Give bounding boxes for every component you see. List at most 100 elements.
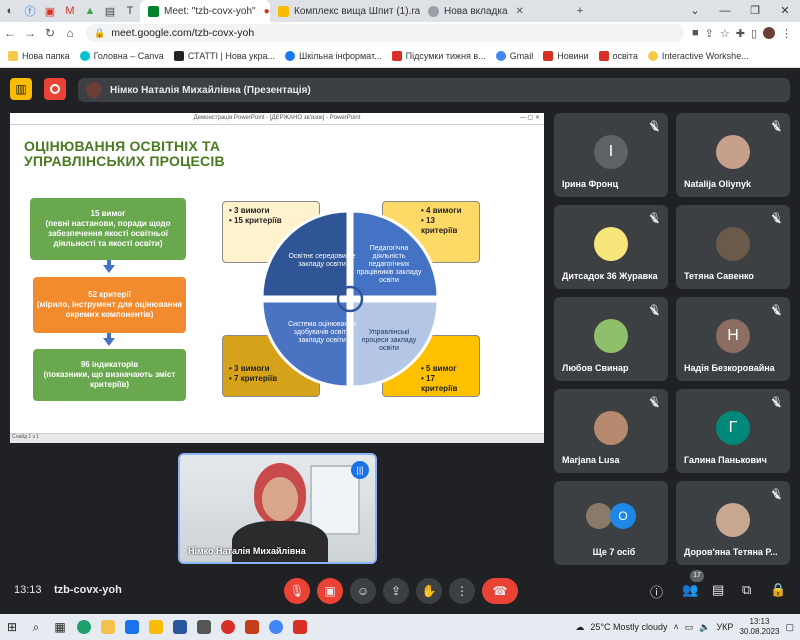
bookmark-label: Interactive Workshe... bbox=[661, 50, 749, 61]
tab-drive[interactable]: Комплекс вища Шпит (1).rar - G ✕ bbox=[270, 0, 420, 22]
bookmark-item[interactable]: Головна – Canva bbox=[79, 50, 164, 61]
profile-avatar[interactable] bbox=[763, 27, 775, 39]
reload-icon[interactable]: ↻ bbox=[40, 26, 60, 40]
people-icon[interactable]: 👥 bbox=[682, 582, 698, 598]
recording-icon[interactable] bbox=[44, 78, 66, 100]
self-camera-tile[interactable]: ||| Німко Наталія Михайлівна bbox=[178, 453, 377, 564]
share-icon[interactable]: ⇪ bbox=[705, 27, 714, 40]
camera-body bbox=[232, 521, 328, 562]
mail-icon[interactable] bbox=[120, 614, 144, 640]
canva-icon bbox=[79, 50, 90, 61]
word-icon[interactable] bbox=[168, 614, 192, 640]
menu-icon[interactable]: ⋮ bbox=[781, 27, 792, 40]
drive-icon[interactable]: ▲ bbox=[80, 0, 100, 22]
chrome-menu-icon[interactable]: ◐ bbox=[0, 0, 20, 22]
star-icon[interactable]: ☆ bbox=[720, 27, 730, 40]
powerpoint-icon[interactable] bbox=[240, 614, 264, 640]
opera-icon[interactable] bbox=[216, 614, 240, 640]
participant-tile[interactable]: 🎙 Natalija Oliynyk bbox=[676, 113, 790, 197]
facebook-icon[interactable]: ⓕ bbox=[20, 0, 40, 22]
sticky-notes-icon[interactable] bbox=[144, 614, 168, 640]
cycle-arrows-icon bbox=[336, 285, 364, 313]
bookmark-icon[interactable]: ▣ bbox=[40, 0, 60, 22]
avatar bbox=[586, 503, 612, 529]
chevron-down-icon[interactable]: ⌄ bbox=[680, 0, 710, 22]
participant-tile[interactable]: 🎙 Тетяна Савенко bbox=[676, 205, 790, 289]
meeting-code[interactable]: tzb-covx-yoh bbox=[54, 584, 122, 596]
chevron-up-icon[interactable]: ˄ bbox=[673, 622, 678, 632]
mic-off-button[interactable]: 🎙 bbox=[284, 578, 310, 604]
drive-icon bbox=[278, 5, 289, 17]
close-window-icon[interactable]: ✕ bbox=[770, 0, 800, 22]
bookmark-item[interactable]: Нова папка bbox=[8, 50, 70, 61]
info-icon[interactable]: ⓘ bbox=[650, 582, 663, 601]
bookmark-item[interactable]: Gmail bbox=[495, 50, 534, 61]
extensions-icon[interactable]: ✚ bbox=[736, 27, 745, 40]
lock-icon: 🔒 bbox=[94, 27, 106, 38]
presenter-chip[interactable]: Німко Наталія Михайлівна (Презентація) bbox=[78, 78, 790, 102]
bookmark-item[interactable]: Підсумки тижня в... bbox=[391, 50, 486, 61]
raise-hand-button[interactable]: ✋ bbox=[416, 578, 442, 604]
meet-icon bbox=[148, 5, 159, 17]
participant-tile[interactable]: 🎙 Любов Свинар bbox=[554, 297, 668, 381]
close-icon[interactable]: ✕ bbox=[516, 6, 524, 17]
chat-icon[interactable]: ▤ bbox=[712, 582, 724, 598]
participant-tile[interactable]: 🎙 Marjana Lusa bbox=[554, 389, 668, 473]
tab-new[interactable]: Нова вкладка ✕ bbox=[420, 0, 570, 22]
t-icon[interactable]: T bbox=[120, 0, 140, 22]
edge-icon[interactable] bbox=[72, 614, 96, 640]
participant-tile[interactable]: 🎙 І Ірина Фронц bbox=[554, 113, 668, 197]
more-options-button[interactable]: ⋮ bbox=[449, 578, 475, 604]
back-icon[interactable]: ← bbox=[0, 26, 20, 40]
chrome-icon[interactable] bbox=[264, 614, 288, 640]
leave-call-button[interactable]: ☎ bbox=[482, 578, 518, 604]
more-participants-tile[interactable]: О Ще 7 осіб bbox=[554, 481, 668, 565]
bookmark-item[interactable]: освіта bbox=[598, 50, 638, 61]
camera-icon[interactable]: ■ bbox=[692, 27, 699, 39]
activities-icon[interactable]: ⧉ bbox=[742, 582, 751, 598]
bookmark-item[interactable]: СТАТТІ | Нова укра... bbox=[173, 50, 275, 61]
weather-text[interactable]: 25°C Mostly cloudy bbox=[590, 622, 667, 632]
bookmark-label: Gmail bbox=[509, 50, 534, 61]
bookmark-item[interactable]: Шкільна інформат... bbox=[285, 50, 382, 61]
tab-meet[interactable]: Meet: "tzb-covx-yoh" ● ✕ bbox=[140, 0, 270, 22]
clock[interactable]: 13:13 30.08.2023 bbox=[739, 617, 779, 637]
explorer-icon[interactable] bbox=[96, 614, 120, 640]
language-indicator[interactable]: УКР bbox=[716, 622, 733, 632]
slide-body: ОЦІНЮВАННЯ ОСВІТНІХ ТА УПРАВЛІНСЬКИХ ПРО… bbox=[10, 125, 544, 433]
search-icon[interactable]: ⌕ bbox=[24, 614, 48, 640]
url-input[interactable]: 🔒 meet.google.com/tzb-covx-yoh bbox=[86, 24, 684, 42]
participant-tile[interactable]: 🎙 Дитсадок 36 Журавка bbox=[554, 205, 668, 289]
notifications-icon[interactable]: ▢ bbox=[785, 622, 794, 633]
present-button[interactable]: ⇪ bbox=[383, 578, 409, 604]
slide-title-line: УПРАВЛІНСЬКИХ ПРОЦЕСІВ bbox=[24, 153, 225, 169]
minimize-icon[interactable]: — bbox=[710, 0, 740, 22]
maximize-icon[interactable]: ❐ bbox=[740, 0, 770, 22]
windows-start-icon[interactable]: ⊞ bbox=[0, 614, 24, 640]
new-tab-icon[interactable]: + bbox=[570, 0, 590, 22]
app-icon[interactable] bbox=[288, 614, 312, 640]
participant-tile[interactable]: 🎙 Доров'яна Тетяна Р... bbox=[676, 481, 790, 565]
sidebar-icon[interactable]: ▯ bbox=[751, 27, 757, 40]
emoji-button[interactable]: ☺ bbox=[350, 578, 376, 604]
camera-face bbox=[262, 477, 298, 521]
network-icon[interactable]: ▭ bbox=[685, 622, 694, 633]
home-icon[interactable]: ⌂ bbox=[60, 26, 80, 40]
volume-icon[interactable]: 🔈 bbox=[699, 622, 710, 633]
bookmark-item[interactable]: Interactive Workshe... bbox=[647, 50, 749, 61]
participant-tile[interactable]: 🎙 Г Галина Панькович bbox=[676, 389, 790, 473]
bookmark-label: Підсумки тижня в... bbox=[405, 50, 486, 61]
gmail-icon[interactable]: M bbox=[60, 0, 80, 22]
calculator-icon[interactable] bbox=[192, 614, 216, 640]
bookmark-item[interactable]: Новини bbox=[543, 50, 589, 61]
globe-icon bbox=[428, 5, 439, 17]
host-controls-icon[interactable]: 🔒 bbox=[770, 582, 786, 598]
forward-icon[interactable]: → bbox=[20, 26, 40, 40]
presentation-icon[interactable]: ▥ bbox=[10, 78, 32, 100]
camera-off-button[interactable]: ▣ bbox=[317, 578, 343, 604]
task-view-icon[interactable]: ▦ bbox=[48, 614, 72, 640]
participant-tile[interactable]: 🎙 Н Надія Безкоровайна bbox=[676, 297, 790, 381]
window-controls: ⌄ — ❐ ✕ bbox=[680, 0, 800, 22]
avatar: О bbox=[610, 503, 636, 529]
book-icon[interactable]: ▤ bbox=[100, 0, 120, 22]
